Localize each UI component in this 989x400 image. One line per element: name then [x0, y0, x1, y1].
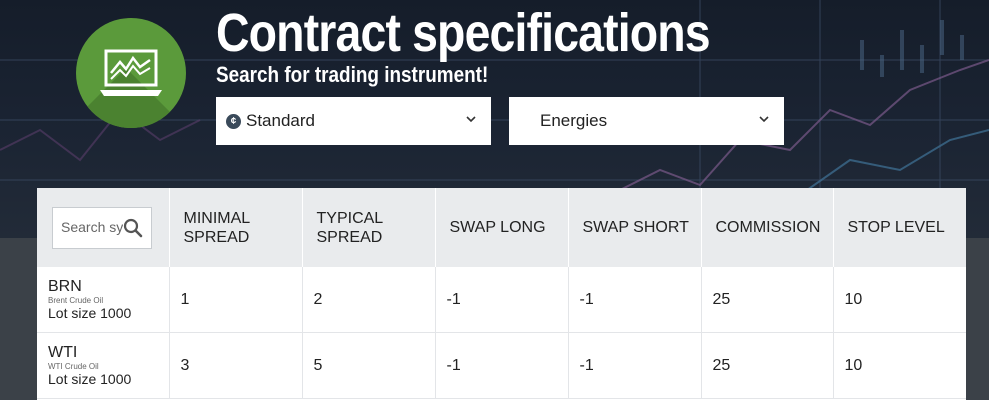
chevron-down-icon — [759, 116, 769, 123]
symbol-search-input[interactable] — [61, 207, 123, 246]
lot-size: Lot size 1000 — [48, 370, 132, 387]
table-header-row: MINIMAL SPREAD TYPICAL SPREAD SWAP LONG … — [37, 188, 966, 267]
symbol-name: Brent Crude Oil — [48, 295, 104, 305]
commission-value: 25 — [701, 267, 834, 333]
instrument-cell: BRN Brent Crude Oil Lot size 1000 — [37, 267, 170, 333]
account-type-select[interactable]: ¢ Standard — [216, 97, 491, 145]
chevron-down-icon — [466, 116, 476, 123]
page-title: Contract specifications — [216, 3, 711, 63]
column-header-swap-long[interactable]: SWAP LONG — [435, 188, 569, 267]
laptop-chart-icon — [100, 49, 162, 96]
currency-icon: ¢ — [226, 113, 241, 129]
account-type-value: Standard — [246, 111, 315, 130]
column-header-commission[interactable]: COMMISSION — [701, 188, 834, 267]
symbol-code: WTI — [48, 343, 78, 361]
column-header-stop-level[interactable]: STOP LEVEL — [833, 188, 966, 267]
swap-short-value: -1 — [568, 332, 702, 399]
column-header-typical-spread[interactable]: TYPICAL SPREAD — [302, 188, 436, 267]
swap-long-value: -1 — [435, 332, 569, 399]
stop-level-value: 10 — [833, 267, 966, 333]
logo-badge — [76, 18, 186, 128]
symbol-code: BRN — [48, 277, 82, 295]
commission-value: 25 — [701, 332, 834, 399]
instrument-cell: WTI WTI Crude Oil Lot size 1000 — [37, 332, 170, 399]
table-row[interactable]: BRN Brent Crude Oil Lot size 1000 1 2 -1… — [37, 267, 966, 333]
lot-size: Lot size 1000 — [48, 304, 132, 321]
page-subtitle: Search for trading instrument! — [216, 62, 489, 87]
symbol-name: WTI Crude Oil — [48, 361, 99, 371]
typical-spread-value: 2 — [302, 267, 436, 333]
swap-short-value: -1 — [568, 267, 702, 333]
symbol-search[interactable] — [52, 206, 152, 249]
column-header-minimal-spread[interactable]: MINIMAL SPREAD — [169, 188, 303, 267]
category-select[interactable]: Energies — [509, 97, 784, 145]
specifications-table: MINIMAL SPREAD TYPICAL SPREAD SWAP LONG … — [37, 188, 966, 400]
minimal-spread-value: 3 — [169, 332, 303, 399]
typical-spread-value: 5 — [302, 332, 436, 399]
minimal-spread-value: 1 — [169, 267, 303, 333]
column-header-swap-short[interactable]: SWAP SHORT — [568, 188, 702, 267]
swap-long-value: -1 — [435, 267, 569, 333]
symbol-search-header — [37, 188, 170, 267]
search-icon[interactable] — [123, 218, 143, 238]
category-value: Energies — [540, 111, 608, 130]
table-row[interactable]: WTI WTI Crude Oil Lot size 1000 3 5 -1 -… — [37, 332, 966, 399]
stop-level-value: 10 — [833, 332, 966, 399]
